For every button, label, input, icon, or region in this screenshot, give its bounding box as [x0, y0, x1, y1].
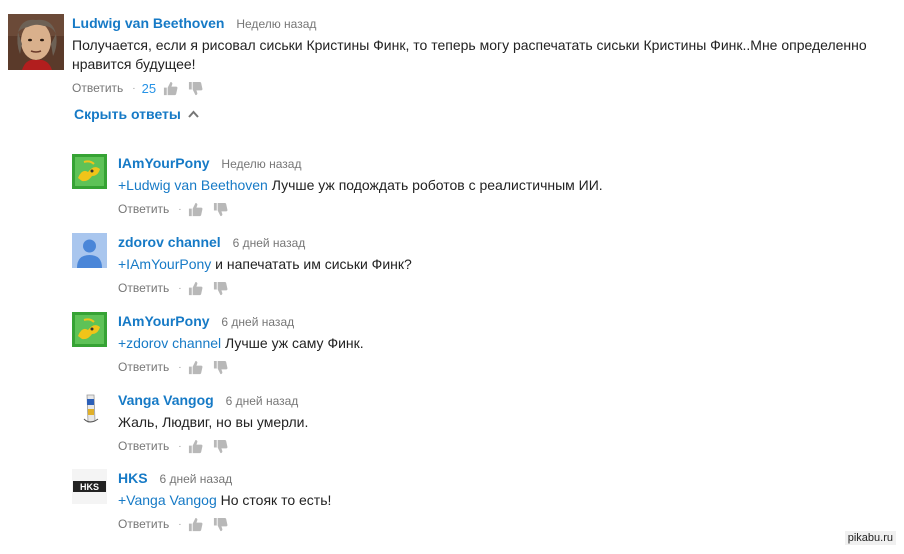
reply-comment: Vanga Vangog 6 дней назад Жаль, Людвиг, …: [72, 391, 892, 453]
reply-text-content: Жаль, Людвиг, но вы умерли.: [118, 414, 309, 430]
thumbs-down-icon[interactable]: [213, 517, 228, 532]
reply-button[interactable]: Ответить: [118, 202, 169, 216]
reply-comment: IAmYourPony 6 дней назад +zdorov channel…: [72, 312, 892, 374]
reply-button[interactable]: Ответить: [72, 81, 123, 95]
reply-text-content: Но стояк то есть!: [216, 492, 332, 508]
reply-body: Vanga Vangog 6 дней назад Жаль, Людвиг, …: [118, 391, 888, 455]
reply-header: IAmYourPony Неделю назад: [118, 154, 888, 173]
reply-header: HKS 6 дней назад: [118, 469, 888, 488]
reply-text: +Vanga Vangog Но стояк то есть!: [118, 491, 888, 510]
thumbs-down-icon[interactable]: [188, 81, 203, 96]
reply-header: IAmYourPony 6 дней назад: [118, 312, 888, 331]
reply-text-content: Лучше уж подождать роботов с реалистичны…: [267, 177, 603, 193]
avatar-iamyourpony[interactable]: [72, 154, 107, 189]
comment-actions: Ответить · 25: [72, 79, 902, 97]
avatar-default-user[interactable]: [72, 233, 107, 268]
reply-time[interactable]: 6 дней назад: [226, 394, 299, 408]
reply-actions: Ответить ·: [118, 515, 888, 533]
mention-link[interactable]: +IAmYourPony: [118, 256, 211, 272]
separator-dot: ·: [178, 440, 182, 452]
comment-text: Получается, если я рисовал сиськи Кристи…: [72, 36, 902, 74]
comment-author[interactable]: Ludwig van Beethoven: [72, 15, 224, 31]
avatar-beethoven[interactable]: [8, 14, 64, 70]
mention-link[interactable]: +Vanga Vangog: [118, 492, 217, 508]
thumbs-up-icon[interactable]: [188, 202, 203, 217]
thumbs-down-icon[interactable]: [213, 360, 228, 375]
thumbs-up-icon[interactable]: [188, 517, 203, 532]
hks-logo-text: HKS: [80, 482, 99, 492]
hide-replies-label: Скрыть ответы: [74, 106, 181, 122]
separator-dot: ·: [178, 203, 182, 215]
reply-actions: Ответить ·: [118, 358, 888, 376]
separator-dot: ·: [132, 82, 136, 94]
reply-header: Vanga Vangog 6 дней назад: [118, 391, 888, 410]
reply-button[interactable]: Ответить: [118, 517, 169, 531]
separator-dot: ·: [178, 361, 182, 373]
comment-time[interactable]: Неделю назад: [236, 17, 316, 31]
reply-text: +IAmYourPony и напечатать им сиськи Финк…: [118, 255, 888, 274]
comment-text-line: Получается, если я рисовал сиськи Кристи…: [72, 37, 867, 53]
avatar-vanga-vangog[interactable]: [72, 391, 107, 426]
reply-time[interactable]: 6 дней назад: [159, 472, 232, 486]
reply-time[interactable]: Неделю назад: [221, 157, 301, 171]
hide-replies-toggle[interactable]: Скрыть ответы: [74, 106, 199, 122]
reply-comment: HKS HKS 6 дней назад +Vanga Vangog Но ст…: [72, 469, 892, 531]
reply-time[interactable]: 6 дней назад: [233, 236, 306, 250]
chevron-up-icon: [188, 110, 199, 118]
reply-comment: IAmYourPony Неделю назад +Ludwig van Bee…: [72, 154, 892, 216]
reply-author[interactable]: HKS: [118, 470, 148, 486]
reply-button[interactable]: Ответить: [118, 360, 169, 374]
thumbs-up-icon[interactable]: [163, 81, 178, 96]
separator-dot: ·: [178, 518, 182, 530]
reply-body: IAmYourPony Неделю назад +Ludwig van Bee…: [118, 154, 888, 218]
reply-author[interactable]: Vanga Vangog: [118, 392, 214, 408]
reply-actions: Ответить ·: [118, 200, 888, 218]
thumbs-down-icon[interactable]: [213, 281, 228, 296]
reply-time[interactable]: 6 дней назад: [221, 315, 294, 329]
reply-author[interactable]: zdorov channel: [118, 234, 221, 250]
avatar-iamyourpony[interactable]: [72, 312, 107, 347]
avatar-hks[interactable]: HKS: [72, 469, 107, 504]
thumbs-up-icon[interactable]: [188, 281, 203, 296]
mention-link[interactable]: +zdorov channel: [118, 335, 221, 351]
watermark: pikabu.ru: [844, 531, 896, 545]
comment-header: Ludwig van Beethoven Неделю назад: [72, 14, 902, 33]
reply-button[interactable]: Ответить: [118, 439, 169, 453]
reply-actions: Ответить ·: [118, 437, 888, 455]
reply-text: +zdorov channel Лучше уж саму Финк.: [118, 334, 888, 353]
mention-link[interactable]: +Ludwig van Beethoven: [118, 177, 268, 193]
thumbs-down-icon[interactable]: [213, 439, 228, 454]
reply-text-content: и напечатать им сиськи Финк?: [211, 256, 412, 272]
separator-dot: ·: [178, 282, 182, 294]
thumbs-up-icon[interactable]: [188, 360, 203, 375]
reply-comment: zdorov channel 6 дней назад +IAmYourPony…: [72, 233, 892, 295]
reply-body: zdorov channel 6 дней назад +IAmYourPony…: [118, 233, 888, 297]
like-count: 25: [141, 80, 157, 96]
reply-body: HKS 6 дней назад +Vanga Vangog Но стояк …: [118, 469, 888, 533]
reply-author[interactable]: IAmYourPony: [118, 313, 210, 329]
comment-main: Ludwig van Beethoven Неделю назад Получа…: [8, 14, 898, 96]
reply-text-content: Лучше уж саму Финк.: [221, 335, 364, 351]
comment-text-line: нравится будущее!: [72, 56, 196, 72]
reply-body: IAmYourPony 6 дней назад +zdorov channel…: [118, 312, 888, 376]
thumbs-up-icon[interactable]: [188, 439, 203, 454]
thumbs-down-icon[interactable]: [213, 202, 228, 217]
reply-text: Жаль, Людвиг, но вы умерли.: [118, 413, 888, 432]
reply-text: +Ludwig van Beethoven Лучше уж подождать…: [118, 176, 888, 195]
reply-actions: Ответить ·: [118, 279, 888, 297]
reply-button[interactable]: Ответить: [118, 281, 169, 295]
comment-body: Ludwig van Beethoven Неделю назад Получа…: [72, 14, 902, 97]
reply-author[interactable]: IAmYourPony: [118, 155, 210, 171]
reply-header: zdorov channel 6 дней назад: [118, 233, 888, 252]
